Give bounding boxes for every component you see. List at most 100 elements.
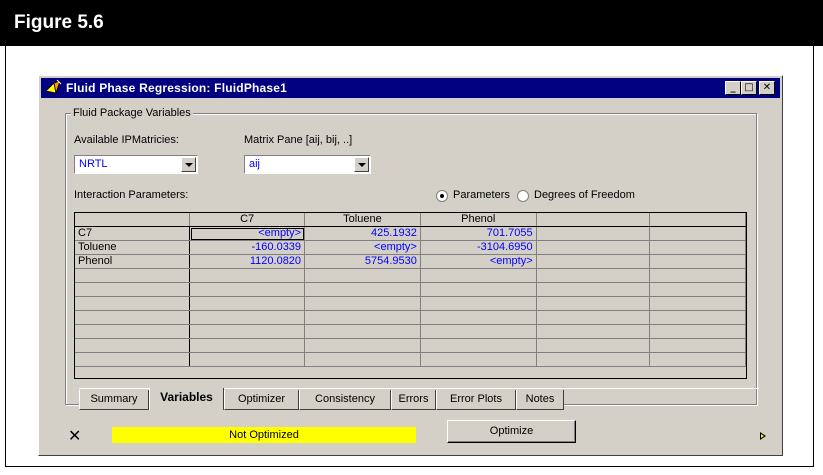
table-cell[interactable] xyxy=(189,338,306,353)
play-arrow-icon xyxy=(760,432,766,440)
table-cell[interactable] xyxy=(420,352,537,367)
group-legend: Fluid Package Variables xyxy=(71,107,193,119)
tab-optimizer[interactable]: Optimizer xyxy=(224,390,299,410)
table-cell[interactable] xyxy=(304,324,421,339)
row-header[interactable]: Phenol xyxy=(75,254,191,269)
column-header[interactable] xyxy=(649,213,746,227)
table-cell[interactable] xyxy=(536,310,651,325)
row-header[interactable] xyxy=(75,268,191,283)
interaction-parameters-grid: C7 Toluene Phenol C7 <empty> 425.1932 70… xyxy=(74,212,747,379)
minimize-button[interactable]: _ xyxy=(725,81,741,95)
ip-matrices-dropdown[interactable]: NRTL xyxy=(74,155,198,174)
figure-header: Figure 5.6 xyxy=(0,0,823,46)
table-cell[interactable] xyxy=(304,352,421,367)
row-header[interactable] xyxy=(75,310,191,325)
table-row xyxy=(75,324,746,339)
column-header[interactable]: Toluene xyxy=(304,213,421,227)
table-cell[interactable] xyxy=(420,310,537,325)
table-row xyxy=(75,310,746,325)
parameters-radio-label[interactable]: Parameters xyxy=(453,189,510,201)
window-title: Fluid Phase Regression: FluidPhase1 xyxy=(66,81,288,95)
ip-matrices-label: Available IPMatricies: xyxy=(74,134,179,146)
table-cell[interactable] xyxy=(536,268,651,283)
column-header[interactable] xyxy=(536,213,651,227)
window-titlebar[interactable]: Fluid Phase Regression: FluidPhase1 _ □ … xyxy=(41,78,780,98)
table-cell[interactable] xyxy=(649,268,746,283)
table-cell[interactable]: <empty> xyxy=(189,226,306,241)
table-cell[interactable] xyxy=(536,282,651,297)
table-cell[interactable] xyxy=(189,268,306,283)
table-cell[interactable] xyxy=(420,268,537,283)
table-cell[interactable] xyxy=(649,282,746,297)
table-cell[interactable] xyxy=(420,338,537,353)
table-cell[interactable] xyxy=(536,338,651,353)
table-cell[interactable]: 425.1932 xyxy=(304,226,421,241)
chevron-down-icon xyxy=(358,163,366,167)
tab-errors[interactable]: Errors xyxy=(391,390,436,410)
table-cell[interactable] xyxy=(536,226,651,241)
table-cell[interactable] xyxy=(304,338,421,353)
close-icon[interactable]: ✕ xyxy=(68,426,81,445)
ip-matrices-dropdown-button[interactable] xyxy=(181,157,196,172)
table-cell[interactable] xyxy=(420,296,537,311)
table-cell[interactable]: 701.7055 xyxy=(420,226,537,241)
table-cell[interactable] xyxy=(189,282,306,297)
table-cell[interactable] xyxy=(649,352,746,367)
parameters-radio[interactable] xyxy=(436,190,448,202)
degrees-of-freedom-radio[interactable] xyxy=(517,190,529,202)
row-header[interactable] xyxy=(75,324,191,339)
tab-notes[interactable]: Notes xyxy=(516,390,564,410)
table-row xyxy=(75,338,746,353)
column-header[interactable]: C7 xyxy=(189,213,306,227)
table-cell[interactable] xyxy=(304,268,421,283)
maximize-button[interactable]: □ xyxy=(741,81,757,95)
row-header[interactable]: C7 xyxy=(75,226,191,241)
matrix-pane-dropdown-button[interactable] xyxy=(354,157,369,172)
table-cell[interactable] xyxy=(304,296,421,311)
row-header[interactable] xyxy=(75,338,191,353)
matrix-pane-dropdown[interactable]: aij xyxy=(244,155,371,174)
table-cell[interactable] xyxy=(649,338,746,353)
table-cell[interactable]: <empty> xyxy=(304,240,421,255)
table-cell[interactable] xyxy=(649,254,746,269)
table-cell[interactable] xyxy=(420,324,537,339)
maximize-icon: □ xyxy=(744,82,754,93)
table-cell[interactable] xyxy=(536,240,651,255)
table-cell[interactable]: 1120.0820 xyxy=(189,254,306,269)
table-cell[interactable] xyxy=(304,310,421,325)
tab-variables[interactable]: Variables xyxy=(149,388,224,410)
table-cell[interactable] xyxy=(649,310,746,325)
interaction-parameters-label: Interaction Parameters: xyxy=(74,189,189,201)
table-cell[interactable] xyxy=(189,310,306,325)
table-cell[interactable] xyxy=(536,324,651,339)
tab-error-plots[interactable]: Error Plots xyxy=(436,390,516,410)
table-cell[interactable] xyxy=(536,296,651,311)
optimize-button[interactable]: Optimize xyxy=(447,420,576,443)
table-cell[interactable]: 5754.9530 xyxy=(304,254,421,269)
table-cell[interactable] xyxy=(189,296,306,311)
table-cell[interactable] xyxy=(536,352,651,367)
tab-consistency[interactable]: Consistency xyxy=(299,390,391,410)
table-cell[interactable] xyxy=(649,296,746,311)
table-cell[interactable] xyxy=(420,282,537,297)
row-header[interactable] xyxy=(75,296,191,311)
row-header[interactable] xyxy=(75,282,191,297)
row-header[interactable] xyxy=(75,352,191,367)
table-cell[interactable] xyxy=(189,352,306,367)
row-header[interactable]: Toluene xyxy=(75,240,191,255)
close-button[interactable]: ✕ xyxy=(759,81,775,95)
column-header[interactable]: Phenol xyxy=(420,213,537,227)
table-cell[interactable] xyxy=(536,254,651,269)
table-cell[interactable]: -3104.6950 xyxy=(420,240,537,255)
table-row xyxy=(75,282,746,297)
degrees-of-freedom-radio-label[interactable]: Degrees of Freedom xyxy=(534,189,635,201)
table-cell[interactable] xyxy=(649,240,746,255)
table-cell[interactable] xyxy=(304,282,421,297)
table-cell[interactable] xyxy=(189,324,306,339)
table-cell[interactable]: -160.0339 xyxy=(189,240,306,255)
table-cell[interactable]: <empty> xyxy=(420,254,537,269)
tab-summary[interactable]: Summary xyxy=(79,390,149,410)
table-cell[interactable] xyxy=(649,324,746,339)
table-cell[interactable] xyxy=(649,226,746,241)
fluid-phase-regression-window: Fluid Phase Regression: FluidPhase1 _ □ … xyxy=(38,75,783,456)
